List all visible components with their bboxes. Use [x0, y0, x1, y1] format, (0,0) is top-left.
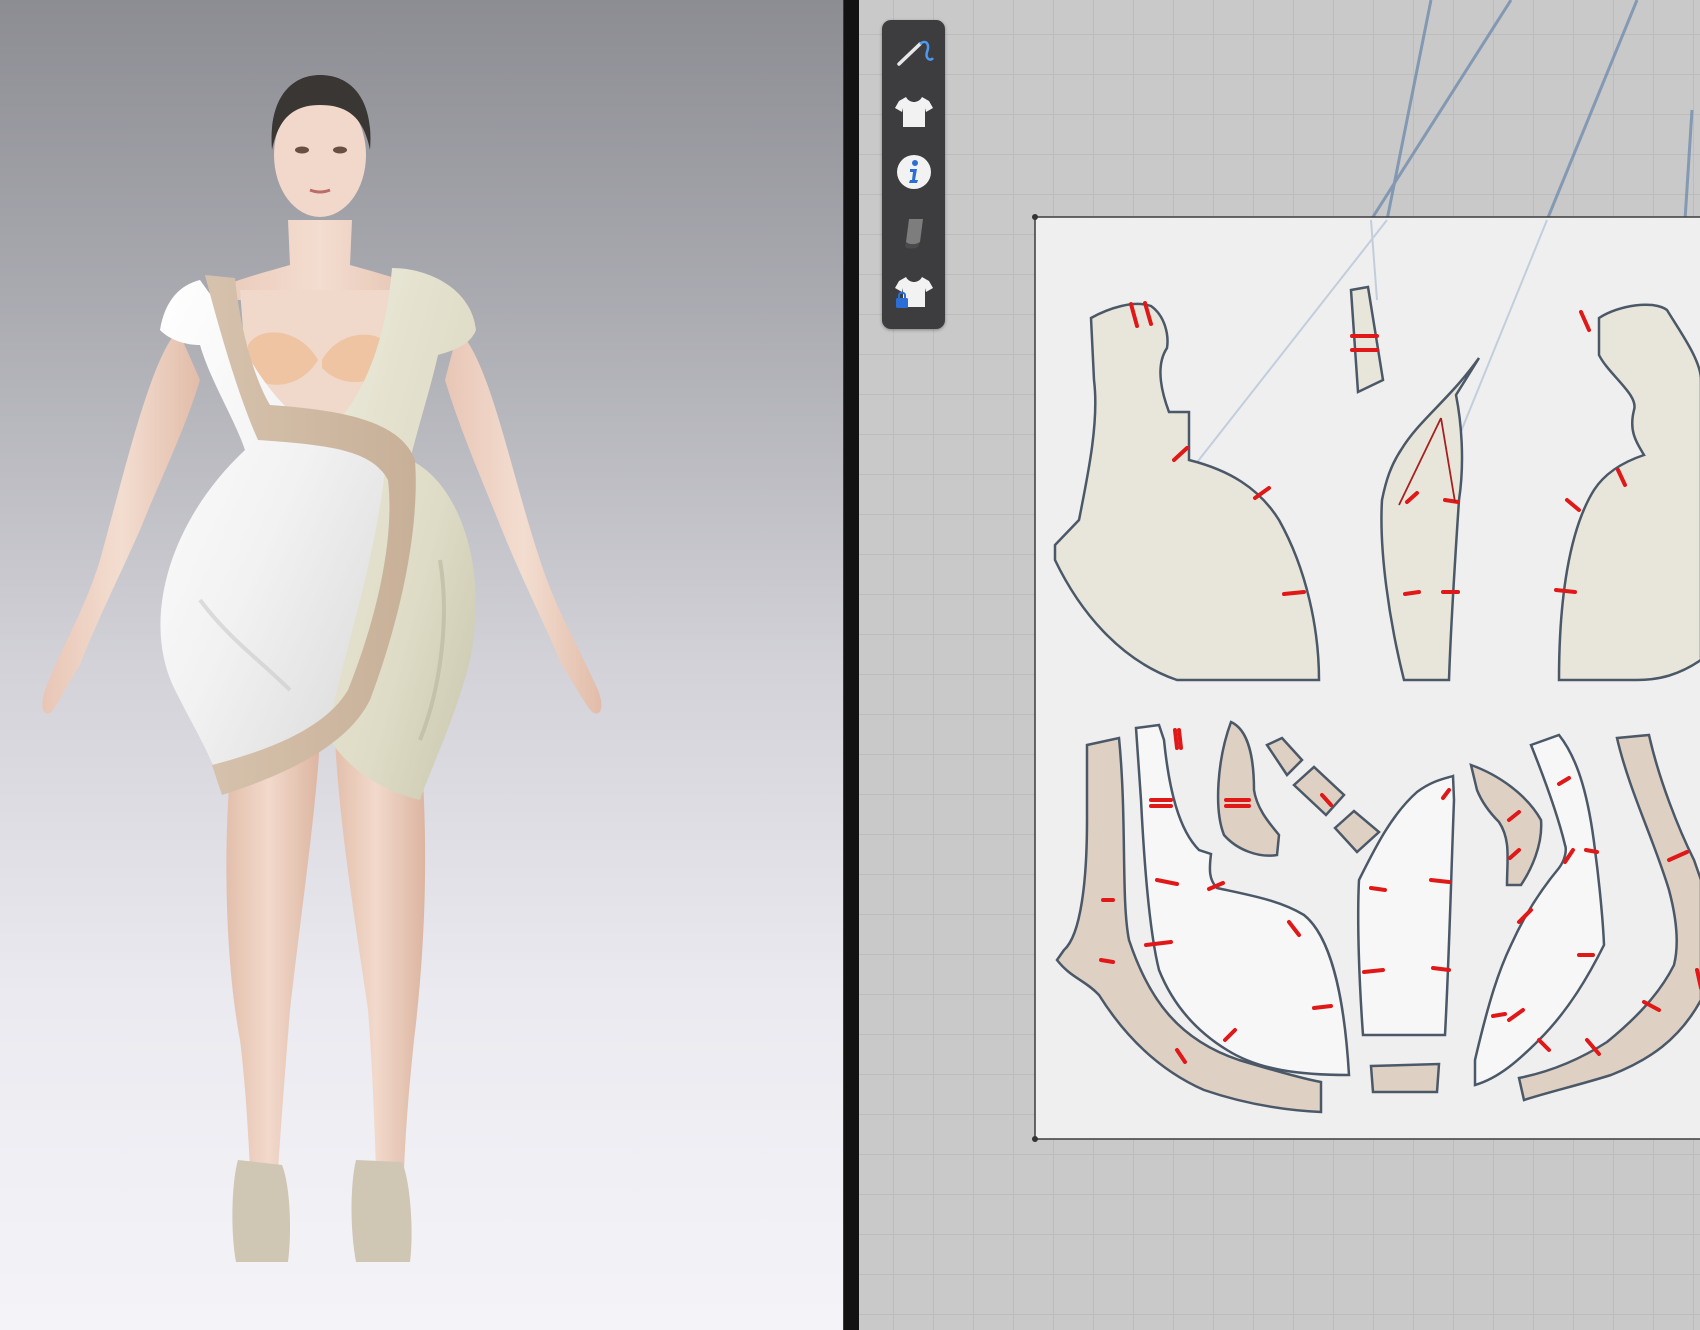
tshirt-icon[interactable] — [890, 88, 937, 135]
needle-thread-icon[interactable] — [890, 28, 937, 75]
sewing-lines — [1369, 0, 1694, 221]
app-window — [0, 0, 1700, 1330]
2d-pattern-viewport[interactable] — [859, 0, 1700, 1330]
sheet-corner-handle[interactable] — [1032, 1136, 1038, 1142]
pattern-piece[interactable] — [1369, 1062, 1441, 1094]
floating-toolbar — [882, 20, 945, 329]
tshirt-lock-icon[interactable] — [890, 268, 937, 315]
avatar-render — [42, 75, 602, 1262]
3d-viewport[interactable] — [0, 0, 843, 1330]
panel-splitter[interactable] — [843, 0, 859, 1330]
fabric-swatch-icon[interactable] — [890, 208, 937, 255]
pattern-canvas[interactable] — [859, 0, 1700, 1330]
info-icon[interactable] — [890, 148, 937, 195]
sheet-corner-handle[interactable] — [1032, 214, 1038, 220]
